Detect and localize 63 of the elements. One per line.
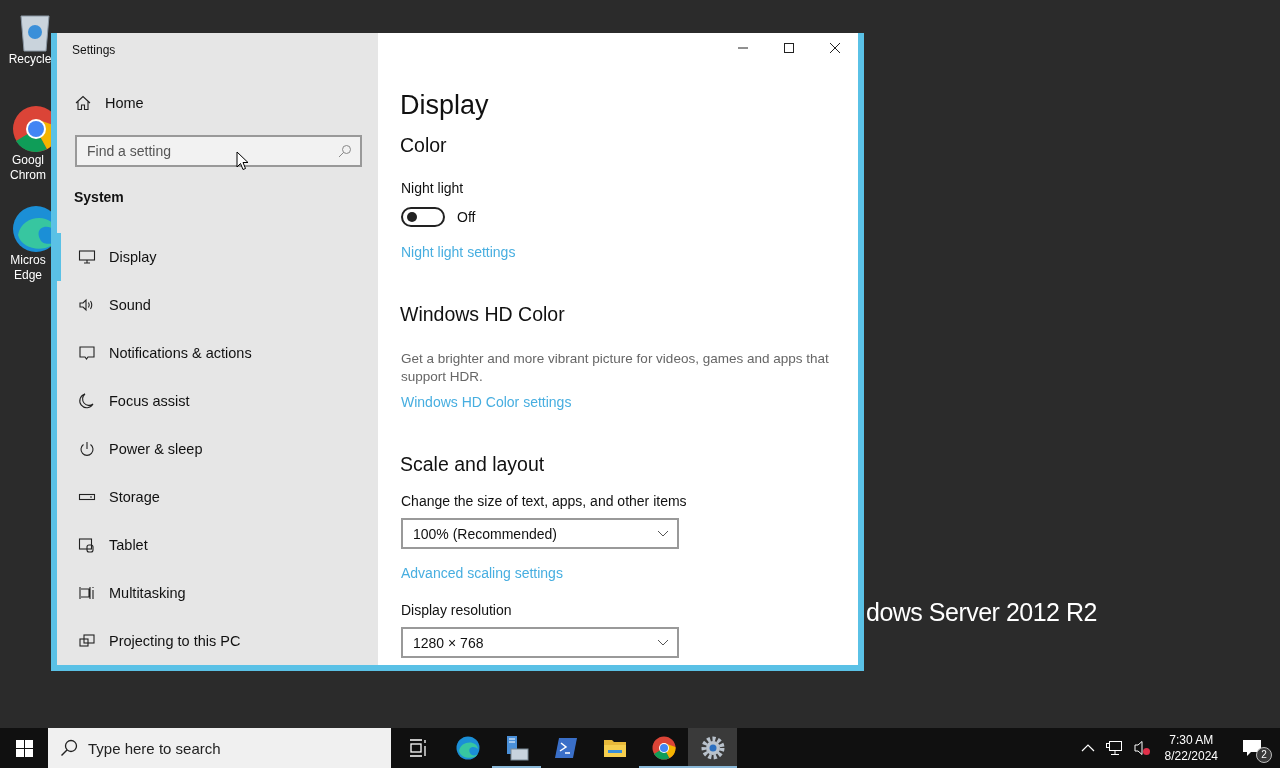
home-icon bbox=[75, 94, 91, 111]
setting-label: Display resolution bbox=[401, 601, 512, 619]
section-heading: Scale and layout bbox=[400, 452, 545, 477]
folder-icon bbox=[602, 738, 627, 758]
setting-label: Night light bbox=[401, 179, 464, 197]
taskbar-button[interactable] bbox=[688, 728, 737, 768]
window-title: Settings bbox=[71, 42, 117, 59]
sidebar-item[interactable]: Focus assist bbox=[56, 377, 378, 425]
browser-icon bbox=[651, 736, 676, 760]
clock-time: 7:30 AM bbox=[1169, 732, 1214, 748]
sidebar-item[interactable]: Display bbox=[56, 233, 378, 281]
notification-count-badge: 2 bbox=[1256, 747, 1272, 763]
desktop-icon-label: Recycle bbox=[7, 52, 53, 67]
taskbar-search-field[interactable]: Type here to search bbox=[48, 728, 391, 768]
network-icon[interactable] bbox=[1104, 740, 1123, 756]
dropdown[interactable]: 1280 × 768 bbox=[401, 627, 679, 658]
sidebar-item[interactable]: Notifications & actions bbox=[56, 329, 378, 377]
desktop-icon-label: Chrom bbox=[9, 168, 47, 183]
section-heading: System bbox=[74, 188, 124, 207]
windows-logo-icon bbox=[15, 739, 33, 757]
sidebar-item[interactable]: Tablet bbox=[56, 521, 378, 569]
mouse-cursor-icon bbox=[236, 151, 249, 171]
sidebar-item[interactable]: Multitasking bbox=[56, 569, 378, 617]
moon-icon bbox=[78, 392, 96, 410]
notification-icon[interactable] bbox=[1242, 739, 1262, 757]
section-heading: Windows HD Color bbox=[400, 302, 565, 327]
desktop-icon-label: Edge bbox=[13, 268, 43, 283]
chevron-icon bbox=[657, 529, 669, 538]
toggle-state: Off bbox=[457, 209, 476, 225]
sidebar-item[interactable]: Storage bbox=[56, 473, 378, 521]
description: Get a brighter and more vibrant picture for videos, games and apps that support HDR. bbox=[401, 350, 830, 386]
wave-icon bbox=[455, 736, 480, 760]
close-icon bbox=[829, 42, 841, 54]
search-field[interactable]: Find a setting bbox=[75, 134, 362, 167]
sidebar-item[interactable]: Projecting to this PC bbox=[56, 617, 378, 665]
section-heading: Color bbox=[400, 133, 447, 158]
maximize-icon bbox=[783, 42, 795, 54]
gear-icon bbox=[700, 736, 725, 760]
toggle-switch[interactable] bbox=[401, 207, 445, 227]
sidebar-item[interactable]: Sound bbox=[56, 281, 378, 329]
chevron-icon bbox=[657, 638, 669, 647]
power-icon bbox=[78, 440, 96, 458]
dropdown[interactable]: 100% (Recommended) bbox=[401, 518, 679, 549]
chevron-up-icon[interactable] bbox=[1080, 744, 1095, 752]
muted-speaker-icon[interactable] bbox=[1132, 740, 1151, 756]
desktop-os-text: dows Server 2012 R2 bbox=[866, 598, 1097, 627]
server-icon bbox=[504, 735, 529, 761]
split-icon bbox=[78, 584, 96, 602]
terminal-icon bbox=[553, 737, 578, 759]
desktop-icon-label: Googl bbox=[11, 153, 45, 168]
clock-date: 8/22/2024 bbox=[1164, 748, 1218, 764]
tablet-icon bbox=[78, 536, 96, 554]
projector-icon bbox=[78, 632, 96, 650]
home-link[interactable]: Home bbox=[57, 67, 378, 114]
sidebar-item[interactable]: Power & sleep bbox=[56, 425, 378, 473]
desktop-icon-label: Micros bbox=[9, 253, 47, 268]
setting-label: Change the size of text, apps, and other items bbox=[401, 492, 687, 510]
clock[interactable]: 7:30 AM 8/22/2024 bbox=[1164, 732, 1218, 764]
search-icon bbox=[338, 143, 352, 158]
speech-icon bbox=[78, 344, 96, 362]
monitor-icon bbox=[78, 248, 96, 266]
page-title: Display bbox=[400, 89, 489, 121]
task-view-icon bbox=[408, 738, 429, 758]
